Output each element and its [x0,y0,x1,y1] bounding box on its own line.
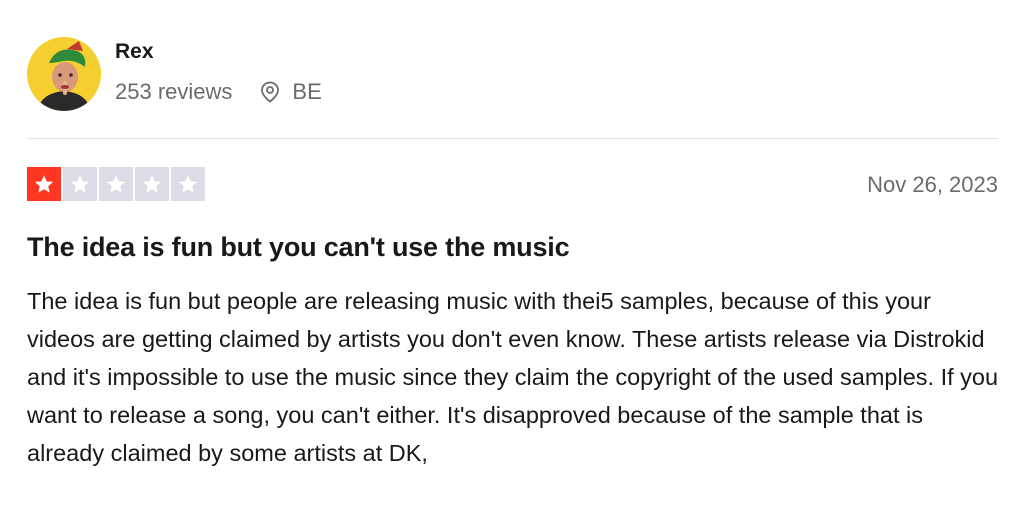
reviewer-info: Rex 253 reviews BE [115,40,322,105]
reviewer-meta: 253 reviews BE [115,79,322,105]
reviewer-location: BE [260,79,322,105]
header-divider [27,138,998,139]
reviewer-name[interactable]: Rex [115,39,322,65]
reviewer-header: Rex 253 reviews BE [27,37,322,111]
review-date: Nov 26, 2023 [867,172,998,197]
star-icon [99,167,133,201]
location-pin-icon [261,81,280,103]
review-title[interactable]: The idea is fun but you can't use the mu… [27,230,570,264]
reviews-count: 253 reviews [115,79,233,104]
avatar-photo-icon [27,37,101,111]
location-code: BE [292,79,322,104]
star-icon [63,167,97,201]
star-icon [135,167,169,201]
star-icon [171,167,205,201]
reviewer-avatar[interactable] [27,37,101,111]
star-icon [27,167,61,201]
review-card: Rex 253 reviews BE Nov 26, 2023 The idea… [0,0,1024,525]
star-rating [27,167,205,201]
review-body: The idea is fun but people are releasing… [27,288,999,466]
